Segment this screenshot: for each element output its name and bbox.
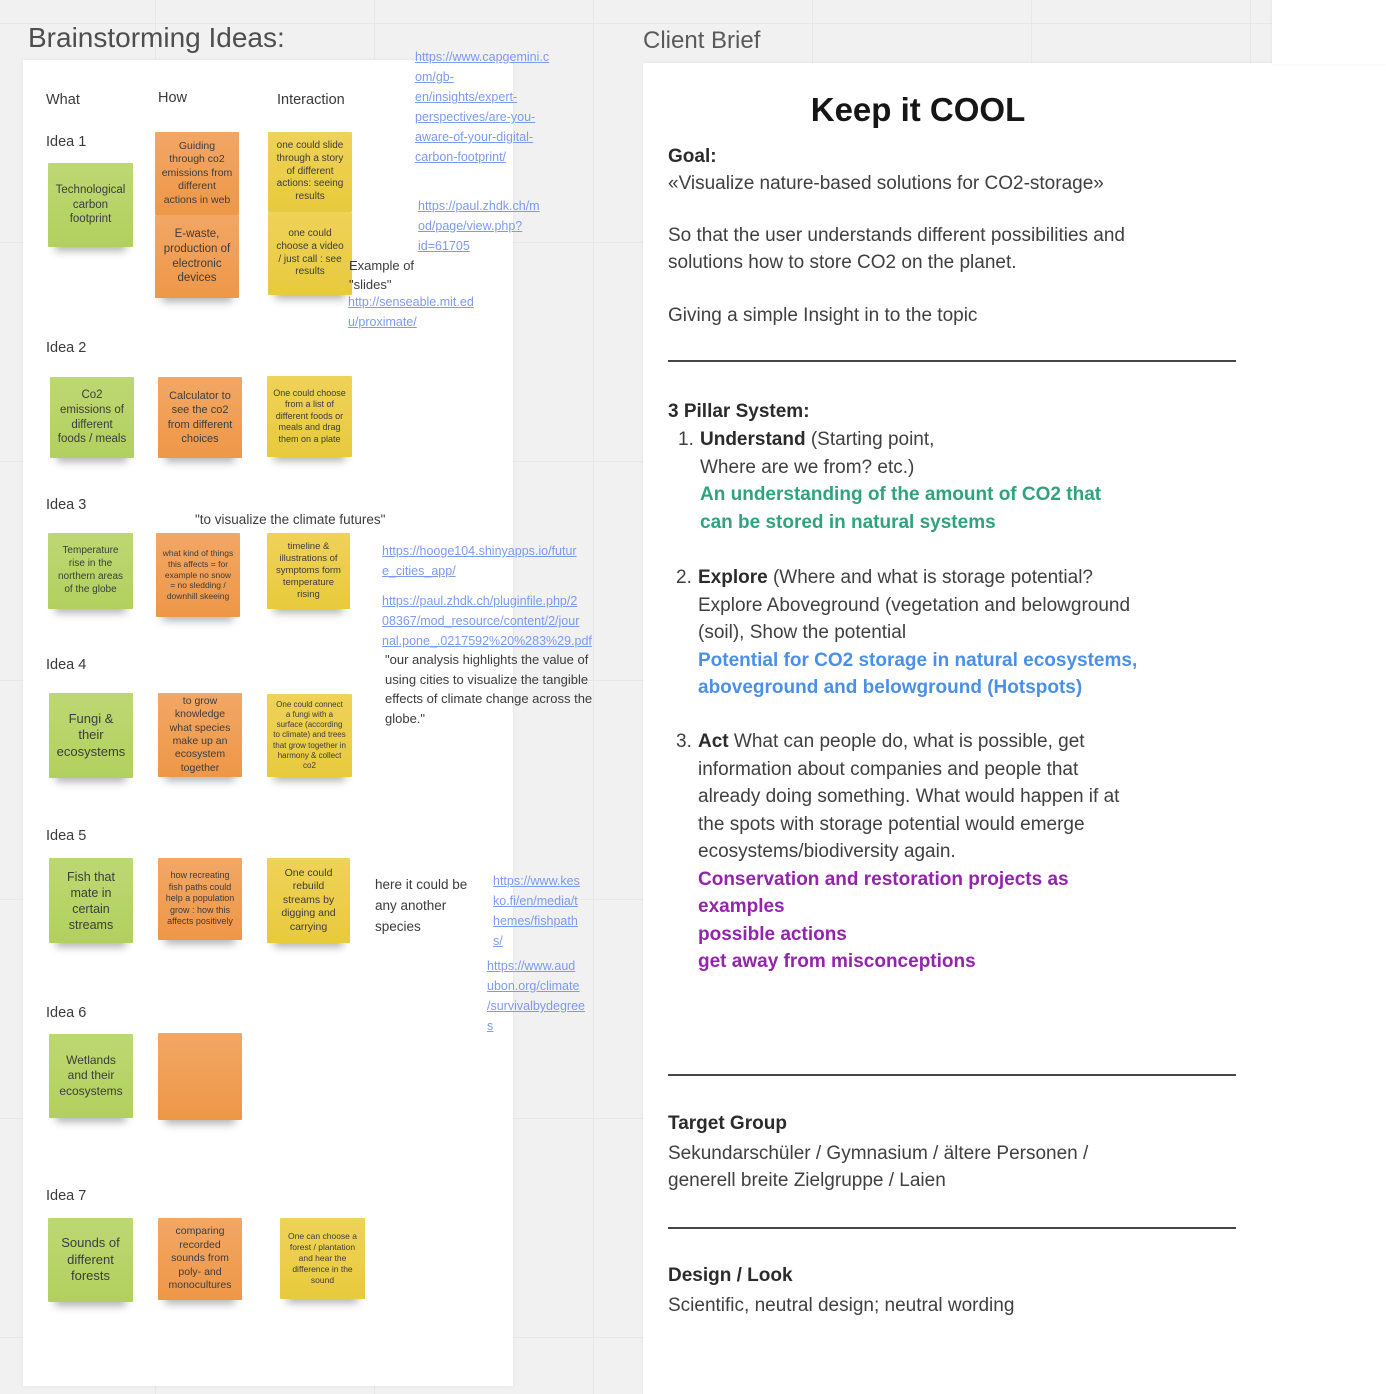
idea-6-label[interactable]: Idea 6	[46, 1005, 86, 1021]
pillar-1-number: 1.	[678, 426, 694, 454]
pillar-3-highlight: Conservation and restoration projects as…	[698, 866, 1256, 976]
sticky-note-interaction[interactable]: one could choose a video / just call : s…	[268, 212, 352, 295]
pillar-1: 1. Understand (Starting point, Where are…	[678, 426, 1238, 536]
client-brief-frame-title[interactable]: Client Brief	[643, 27, 760, 55]
partial-frame-top-right[interactable]	[1272, 0, 1386, 64]
idea-3-label[interactable]: Idea 3	[46, 497, 86, 513]
sticky-note-how[interactable]: how recreating fish paths could help a p…	[158, 858, 242, 940]
analysis-quote[interactable]: "our analysis highlights the value of us…	[385, 650, 597, 728]
sticky-note-interaction[interactable]: One could connect a fungi with a surface…	[267, 694, 352, 777]
goal-label: Goal:	[668, 143, 717, 171]
brainstorming-frame-title[interactable]: Brainstorming Ideas:	[28, 22, 285, 54]
pillar-1-line2: Where are we from? etc.)	[700, 454, 1238, 482]
link-hooge-shinyapps[interactable]: https://hooge104.shinyapps.io/future_cit…	[382, 541, 577, 581]
pillar-2-line3: (soil), Show the potential	[698, 619, 1256, 647]
target-group-line1: Sekundarschüler / Gymnasium / ältere Per…	[668, 1140, 1088, 1168]
pillar-2-highlight: Potential for CO2 storage in natural eco…	[698, 647, 1256, 702]
sticky-note-what[interactable]: Sounds of different forests	[48, 1218, 133, 1302]
link-kesko-fishpaths[interactable]: https://www.kesko.fi/en/media/themes/fis…	[493, 871, 580, 951]
sticky-note-how-empty[interactable]	[158, 1033, 242, 1120]
sticky-note-interaction[interactable]: One could choose from a list of differen…	[267, 376, 352, 457]
pillar-3-number: 3.	[676, 728, 692, 756]
pillars-label: 3 Pillar System:	[668, 398, 810, 426]
insight-paragraph: Giving a simple Insight in to the topic	[668, 302, 977, 330]
sticky-note-what[interactable]: Temperature rise in the northern areas o…	[48, 533, 133, 609]
idea-4-label[interactable]: Idea 4	[46, 657, 86, 673]
design-look-text: Scientific, neutral design; neutral word…	[668, 1292, 1014, 1320]
link-audubon[interactable]: https://www.audubon.org/climate/survival…	[487, 956, 585, 1036]
sticky-note-how[interactable]: what kind of things this affects = for e…	[156, 533, 240, 617]
climate-futures-quote[interactable]: "to visualize the climate futures"	[195, 512, 385, 527]
goal-paragraph-line1: So that the user understands different p…	[668, 222, 1125, 250]
pillar-1-highlight: An understanding of the amount of CO2 th…	[700, 481, 1238, 536]
link-zhdk-page[interactable]: https://paul.zhdk.ch/mod/page/view.php?i…	[418, 196, 540, 256]
goal-paragraph-line2: solutions how to store CO2 on the planet…	[668, 249, 1017, 277]
sticky-note-what[interactable]: Fungi & their ecosystems	[49, 693, 133, 778]
target-group-line2: generell breite Zielgruppe / Laien	[668, 1167, 946, 1195]
idea-5-label[interactable]: Idea 5	[46, 828, 86, 844]
link-senseable[interactable]: http://senseable.mit.edu/proximate/	[348, 292, 474, 332]
pillar-3-line1: Act What can people do, what is possible…	[698, 728, 1256, 756]
pillar-2-line1: Explore (Where and what is storage poten…	[698, 564, 1256, 592]
link-capgemini[interactable]: https://www.capgemini.com/gb-en/insights…	[415, 47, 549, 167]
pillar-3: 3. Act What can people do, what is possi…	[676, 728, 1256, 976]
pillar-3-body: information about companies and people t…	[698, 756, 1256, 866]
any-species-note[interactable]: here it could be any another species	[375, 874, 480, 937]
divider-line	[668, 1227, 1236, 1229]
sticky-note-what[interactable]: Fish that mate in certain streams	[49, 858, 133, 943]
example-slides-note[interactable]: Example of "slides"	[349, 256, 444, 294]
sticky-note-interaction[interactable]: One can choose a forest / plantation and…	[280, 1218, 365, 1299]
design-look-label: Design / Look	[668, 1262, 793, 1290]
idea-1-label[interactable]: Idea 1	[46, 134, 86, 150]
doc-title: Keep it COOL	[643, 92, 1193, 128]
sticky-note-how[interactable]: Guiding through co2 emissions from diffe…	[155, 132, 239, 215]
divider-line	[668, 360, 1236, 362]
column-header-interaction[interactable]: Interaction	[277, 92, 345, 108]
sticky-note-how[interactable]: E-waste, production of electronic device…	[155, 215, 239, 298]
divider-line	[668, 1074, 1236, 1076]
pillar-2: 2. Explore (Where and what is storage po…	[676, 564, 1256, 702]
link-zhdk-pdf[interactable]: https://paul.zhdk.ch/pluginfile.php/2083…	[382, 591, 592, 651]
pillar-2-line2: Explore Aboveground (vegetation and belo…	[698, 592, 1256, 620]
idea-7-label[interactable]: Idea 7	[46, 1188, 86, 1204]
sticky-note-interaction[interactable]: One could rebuild streams by digging and…	[267, 858, 350, 943]
sticky-note-what[interactable]: Co2 emissions of different foods / meals	[50, 377, 134, 458]
sticky-note-what[interactable]: Technological carbon footprint	[48, 163, 133, 247]
pillar-2-number: 2.	[676, 564, 692, 592]
sticky-note-how[interactable]: to grow knowledge what species make up a…	[158, 693, 242, 777]
idea-2-label[interactable]: Idea 2	[46, 340, 86, 356]
target-group-label: Target Group	[668, 1110, 787, 1138]
sticky-note-how[interactable]: comparing recorded sounds from poly- and…	[158, 1218, 242, 1300]
column-header-how[interactable]: How	[158, 90, 187, 106]
goal-text: «Visualize nature-based solutions for CO…	[668, 170, 1104, 198]
sticky-note-interaction[interactable]: one could slide through a story of diffe…	[268, 132, 352, 212]
column-header-what[interactable]: What	[46, 92, 80, 108]
sticky-note-how[interactable]: Calculator to see the co2 from different…	[158, 377, 242, 458]
sticky-note-interaction[interactable]: timeline & illustrations of symptoms for…	[267, 533, 350, 609]
pillar-1-line1: Understand (Starting point,	[700, 426, 1238, 454]
sticky-note-what[interactable]: Wetlands and their ecosystems	[49, 1034, 133, 1118]
